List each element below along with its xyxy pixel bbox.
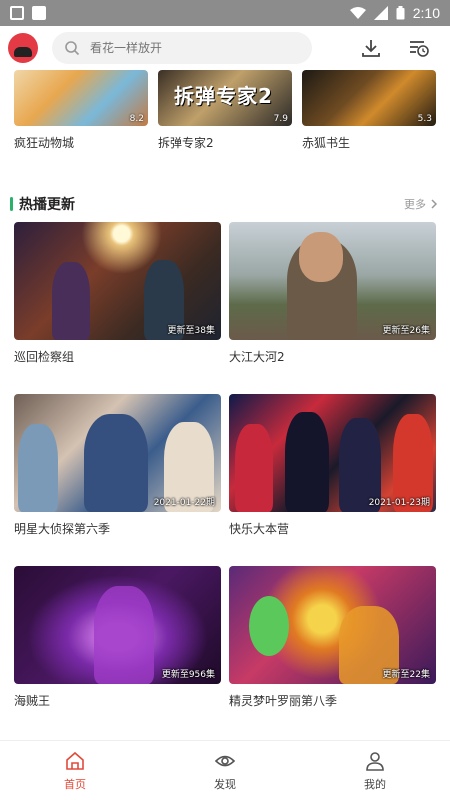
video-card[interactable]: 更新至38集 巡回检察组 — [14, 222, 221, 394]
video-badge: 8.2 — [129, 114, 144, 124]
more-link[interactable]: 更多 — [404, 196, 438, 212]
app-logo-icon[interactable] — [8, 33, 38, 63]
video-thumbnail[interactable]: 2021-01-23期 — [229, 394, 436, 512]
video-card[interactable]: 2021-01-22期 明星大侦探第六季 — [14, 394, 221, 566]
content-area[interactable]: 8.2 疯狂动物城 拆弹专家2 7.9 拆弹专家2 5.3 赤狐书生 热播更新 … — [0, 70, 450, 740]
video-thumbnail[interactable]: 更新至26集 — [229, 222, 436, 340]
video-badge: 2021-01-23期 — [368, 498, 430, 508]
video-thumbnail[interactable]: 更新至38集 — [14, 222, 221, 340]
video-thumbnail[interactable]: 更新至956集 — [14, 566, 221, 684]
video-thumbnail[interactable]: 拆弹专家2 7.9 — [158, 70, 292, 126]
tab-label: 首页 — [64, 777, 86, 791]
download-icon[interactable] — [360, 37, 382, 59]
top-bar — [0, 26, 450, 70]
bottom-nav: 首页 发现 我的 — [0, 740, 450, 800]
video-card[interactable]: 更新至22集 精灵梦叶罗丽第八季 — [229, 566, 436, 738]
video-title: 拆弹专家2 — [158, 136, 214, 150]
search-input[interactable] — [90, 41, 290, 55]
video-grid: 更新至38集 巡回检察组 更新至26集 大江大河2 2021-01-22期 明星… — [14, 222, 436, 738]
wifi-icon — [349, 7, 366, 19]
top-row: 8.2 疯狂动物城 拆弹专家2 7.9 拆弹专家2 5.3 赤狐书生 — [14, 70, 436, 151]
video-badge: 2021-01-22期 — [153, 498, 215, 508]
video-card[interactable]: 更新至26集 大江大河2 — [229, 222, 436, 394]
battery-icon — [396, 6, 405, 20]
video-badge: 更新至38集 — [167, 326, 215, 336]
notification-icon — [10, 6, 24, 20]
tab-discover[interactable]: 发现 — [150, 741, 300, 800]
tab-label: 发现 — [214, 777, 236, 791]
status-time: 2:10 — [412, 5, 440, 21]
user-icon — [366, 751, 384, 771]
video-badge: 5.3 — [417, 114, 432, 124]
video-title: 海贼王 — [14, 694, 51, 708]
signal-icon — [373, 6, 388, 20]
video-card[interactable]: 更新至956集 海贼王 — [14, 566, 221, 738]
history-icon[interactable] — [408, 37, 430, 59]
section-accent-bar — [10, 197, 13, 211]
tab-mine[interactable]: 我的 — [300, 741, 450, 800]
video-title: 大江大河2 — [229, 350, 285, 364]
more-label: 更多 — [404, 198, 426, 211]
video-badge: 7.9 — [273, 114, 288, 124]
status-bar: 2:10 — [0, 0, 450, 26]
search-box[interactable] — [52, 32, 312, 64]
eye-icon — [214, 755, 236, 766]
video-card[interactable]: 拆弹专家2 7.9 拆弹专家2 — [158, 70, 292, 151]
home-icon — [66, 751, 84, 770]
chevron-right-icon — [431, 199, 438, 209]
video-title: 疯狂动物城 — [14, 136, 75, 150]
video-card[interactable]: 8.2 疯狂动物城 — [14, 70, 148, 151]
section-title: 热播更新 — [19, 197, 75, 213]
tab-label: 我的 — [364, 777, 386, 791]
notification-icon — [32, 6, 46, 20]
video-badge: 更新至26集 — [382, 326, 430, 336]
video-card[interactable]: 2021-01-23期 快乐大本营 — [229, 394, 436, 566]
video-badge: 更新至956集 — [161, 670, 215, 680]
video-card[interactable]: 5.3 赤狐书生 — [302, 70, 436, 151]
video-thumbnail[interactable]: 8.2 — [14, 70, 148, 126]
video-thumbnail[interactable]: 5.3 — [302, 70, 436, 126]
tab-home[interactable]: 首页 — [0, 741, 150, 800]
video-badge: 更新至22集 — [382, 670, 430, 680]
video-title: 快乐大本营 — [229, 522, 290, 536]
video-title: 明星大侦探第六季 — [14, 522, 111, 536]
search-icon — [65, 41, 80, 56]
video-thumbnail[interactable]: 2021-01-22期 — [14, 394, 221, 512]
video-thumbnail[interactable]: 更新至22集 — [229, 566, 436, 684]
poster-text: 拆弹专家2 — [174, 84, 273, 108]
video-title: 精灵梦叶罗丽第八季 — [229, 694, 338, 708]
video-title: 赤狐书生 — [302, 136, 351, 150]
video-title: 巡回检察组 — [14, 350, 75, 364]
section-header: 热播更新 更多 — [10, 194, 438, 214]
